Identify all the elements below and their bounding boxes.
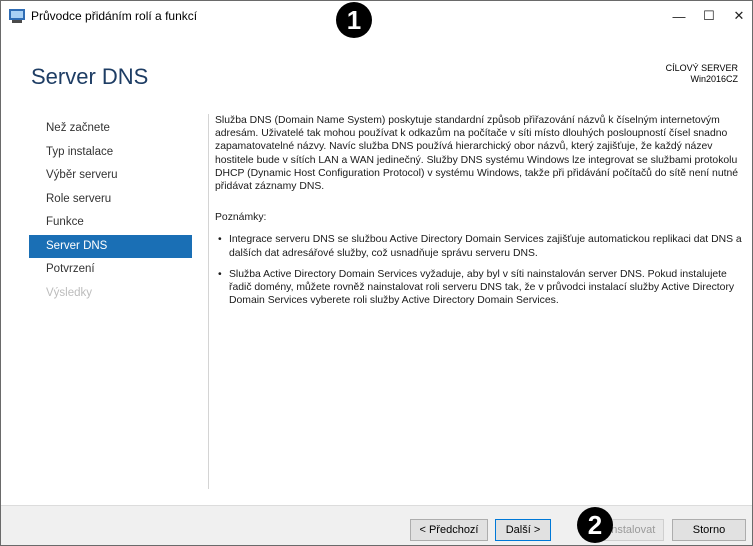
- previous-button[interactable]: < Předchozí: [410, 519, 488, 541]
- nav-item-features[interactable]: Funkce: [29, 211, 192, 235]
- description-panel: Služba DNS (Domain Name System) poskytuj…: [215, 114, 745, 315]
- wizard-window: Průvodce přidáním rolí a funkcí — ☐ ✕ 1 …: [0, 0, 753, 546]
- nav-item-results: Výsledky: [46, 286, 93, 299]
- close-button[interactable]: ✕: [719, 1, 753, 31]
- nav-divider: [208, 114, 209, 489]
- callout-marker-2: 2: [577, 507, 613, 543]
- page-title: Server DNS: [31, 64, 149, 89]
- nav-item-dns-server[interactable]: Server DNS: [29, 234, 192, 258]
- note-item: Služba Active Directory Domain Services …: [215, 268, 745, 308]
- footer-bar: < Předchozí Další > Nainstalovat Storno: [1, 505, 752, 545]
- nav-item-confirmation[interactable]: Potvrzení: [29, 258, 192, 282]
- callout-marker-1: 1: [336, 2, 372, 38]
- window-title: Průvodce přidáním rolí a funkcí: [31, 9, 198, 23]
- nav-item-server-selection[interactable]: Výběr serveru: [29, 164, 192, 188]
- note-item: Integrace serveru DNS se službou Active …: [215, 233, 745, 259]
- target-server-label: CÍLOVÝ SERVER: [665, 63, 738, 73]
- wizard-nav: Než začnete Typ instalace Výběr serveru …: [29, 117, 192, 305]
- nav-item-before-you-begin[interactable]: Než začnete: [29, 117, 192, 141]
- target-server-name: Win2016CZ: [690, 74, 738, 84]
- title-bar[interactable]: Průvodce přidáním rolí a funkcí — ☐ ✕: [1, 1, 752, 31]
- cancel-button[interactable]: Storno: [672, 519, 746, 541]
- next-button[interactable]: Další >: [495, 519, 551, 541]
- nav-item-server-roles[interactable]: Role serveru: [29, 188, 192, 212]
- notes-list: Integrace serveru DNS se službou Active …: [215, 233, 745, 307]
- nav-item-installation-type[interactable]: Typ instalace: [29, 141, 192, 165]
- intro-text: Služba DNS (Domain Name System) poskytuj…: [215, 115, 739, 193]
- notes-heading: Poznámky:: [215, 212, 267, 224]
- server-manager-icon: [9, 9, 25, 23]
- target-server-info: CÍLOVÝ SERVER Win2016CZ: [666, 63, 738, 85]
